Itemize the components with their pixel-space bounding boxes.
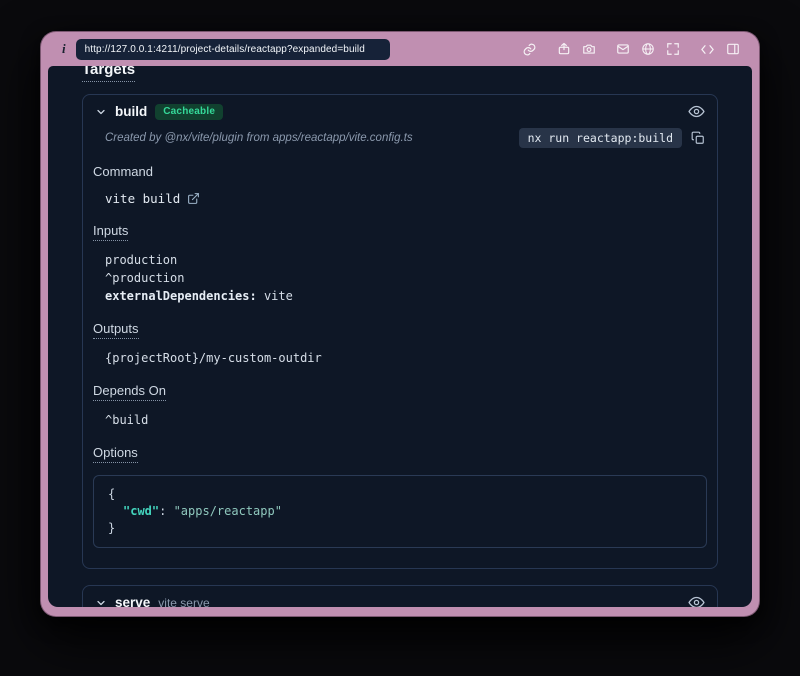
build-card-body: Command vite build Inputs production ^pr… <box>83 164 717 568</box>
json-open-brace: { <box>108 486 692 503</box>
build-card-header[interactable]: build Cacheable <box>83 95 717 125</box>
cacheable-badge: Cacheable <box>155 104 223 120</box>
fullscreen-icon[interactable] <box>666 42 680 56</box>
serve-target-title: serve <box>115 595 150 607</box>
eye-icon[interactable] <box>688 103 705 120</box>
link-icon[interactable] <box>522 42 537 57</box>
address-bar[interactable]: http://127.0.0.1:4211/project-details/re… <box>76 39 390 60</box>
share-icon[interactable] <box>557 42 571 56</box>
options-json-block: { "cwd": "apps/reactapp" } <box>93 475 707 548</box>
globe-icon[interactable] <box>641 42 655 56</box>
info-icon[interactable]: i <box>62 41 66 57</box>
command-value: vite build <box>105 191 180 206</box>
external-deps-key: externalDependencies: <box>105 289 257 303</box>
titlebar: i http://127.0.0.1:4211/project-details/… <box>48 32 752 66</box>
json-cwd-line: "cwd": "apps/reactapp" <box>108 503 692 520</box>
camera-icon[interactable] <box>582 42 596 56</box>
chevron-down-icon[interactable] <box>95 106 107 118</box>
output-item: {projectRoot}/my-custom-outdir <box>105 349 707 367</box>
build-card-subheader: Created by @nx/vite/plugin from apps/rea… <box>83 125 717 158</box>
created-by-text: Created by @nx/vite/plugin from apps/rea… <box>105 132 413 144</box>
depends-on-item: ^build <box>105 411 707 429</box>
target-card-serve: serve vite serve <box>82 585 718 607</box>
build-target-title: build <box>115 104 147 119</box>
input-item: production <box>105 251 707 269</box>
inputs-label: Inputs <box>93 223 128 241</box>
outputs-label: Outputs <box>93 321 139 339</box>
input-item-external-deps: externalDependencies: vite <box>105 287 707 305</box>
serve-target-subtitle: vite serve <box>158 596 209 608</box>
json-separator: : <box>159 504 173 518</box>
copy-icon[interactable] <box>691 131 705 145</box>
external-deps-value: vite <box>264 289 293 303</box>
code-icon[interactable] <box>700 42 715 57</box>
command-label: Command <box>93 164 153 179</box>
external-link-icon[interactable] <box>187 192 200 205</box>
input-item: ^production <box>105 269 707 287</box>
options-label: Options <box>93 445 138 463</box>
chevron-down-icon[interactable] <box>95 597 107 608</box>
sidebar-icon[interactable] <box>726 42 740 56</box>
json-key: "cwd" <box>123 504 159 518</box>
mail-icon[interactable] <box>616 42 630 56</box>
serve-card-header[interactable]: serve vite serve <box>83 586 717 607</box>
target-card-build: build Cacheable Created by @nx/vite/plug… <box>82 94 718 569</box>
json-value: "apps/reactapp" <box>174 504 282 518</box>
depends-on-label: Depends On <box>93 383 166 401</box>
json-close-brace: } <box>108 520 692 537</box>
command-row: vite build <box>105 189 707 207</box>
run-command-chip: nx run reactapp:build <box>519 128 682 148</box>
url-text: http://127.0.0.1:4211/project-details/re… <box>85 44 365 55</box>
project-details-page: Targets build Cacheable Created by @nx/v… <box>48 66 752 607</box>
titlebar-actions <box>522 42 740 57</box>
eye-icon[interactable] <box>688 594 705 607</box>
targets-heading: Targets <box>82 66 135 82</box>
browser-window: i http://127.0.0.1:4211/project-details/… <box>40 31 760 617</box>
